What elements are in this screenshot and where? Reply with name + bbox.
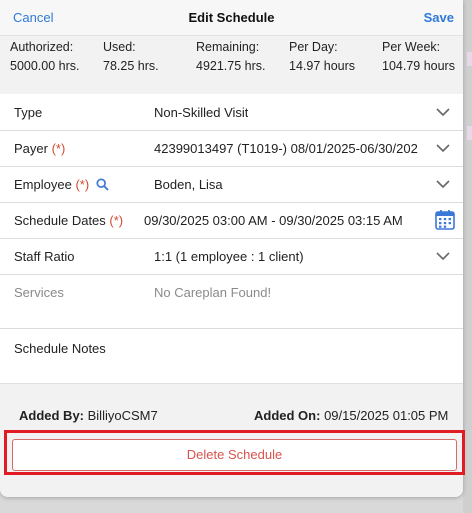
hours-summary: Authorized: 5000.00 hrs. Used: 78.25 hrs… — [0, 36, 463, 94]
payer-label: Payer (*) — [14, 141, 66, 156]
chevron-down-icon[interactable] — [435, 176, 451, 192]
required-marker: (*) — [75, 177, 90, 192]
schedule-notes-field[interactable]: Schedule Notes — [0, 328, 463, 383]
services-label: Services — [14, 285, 64, 300]
services-field: Services No Careplan Found! — [0, 274, 463, 310]
search-icon[interactable] — [96, 178, 109, 191]
schedule-dates-value[interactable]: 09/30/2025 03:00 AM - 09/30/2025 03:15 A… — [144, 213, 403, 228]
background-marker — [467, 52, 472, 66]
stat-per-day: Per Day: 14.97 hours — [289, 40, 355, 73]
added-on: Added On: 09/15/2025 01:05 PM — [254, 408, 449, 423]
stat-value: 4921.75 hrs. — [196, 59, 266, 73]
stat-value: 5000.00 hrs. — [10, 59, 80, 73]
stat-value: 78.25 hrs. — [103, 59, 159, 73]
stat-label: Authorized: — [10, 40, 74, 54]
save-button[interactable]: Save — [424, 10, 454, 25]
staff-ratio-field[interactable]: Staff Ratio 1:1 (1 employee : 1 client) — [0, 238, 463, 275]
type-label: Type — [14, 105, 43, 120]
type-value[interactable]: Non-Skilled Visit — [154, 105, 248, 120]
stat-label: Per Week: — [382, 40, 441, 54]
employee-value[interactable]: Boden, Lisa — [154, 177, 223, 192]
type-field[interactable]: Type Non-Skilled Visit — [0, 94, 463, 131]
required-marker: (*) — [109, 213, 124, 228]
chevron-down-icon[interactable] — [435, 104, 451, 120]
schedule-notes-label: Schedule Notes — [14, 341, 106, 356]
stat-remaining: Remaining: 4921.75 hrs. — [196, 40, 266, 73]
stat-per-week: Per Week: 104.79 hours — [382, 40, 455, 73]
highlight-box — [4, 430, 465, 475]
staff-ratio-label: Staff Ratio — [14, 249, 75, 264]
chevron-down-icon[interactable] — [435, 140, 451, 156]
added-by: Added By: BilliyoCSM7 — [19, 408, 158, 423]
employee-field[interactable]: Employee (*) Boden, Lisa — [0, 166, 463, 203]
employee-label: Employee (*) — [14, 177, 90, 192]
stat-used: Used: 78.25 hrs. — [103, 40, 159, 73]
modal-title: Edit Schedule — [188, 10, 275, 25]
payer-field[interactable]: Payer (*) 42399013497 (T1019-) 08/01/202… — [0, 130, 463, 167]
modal-header: Cancel Edit Schedule Save — [0, 0, 463, 36]
edit-schedule-modal: Cancel Edit Schedule Save Authorized: 50… — [0, 0, 463, 497]
stat-label: Used: — [103, 40, 136, 54]
services-value: No Careplan Found! — [154, 285, 272, 300]
schedule-dates-label: Schedule Dates (*) — [14, 213, 124, 228]
payer-value[interactable]: 42399013497 (T1019-) 08/01/2025-06/30/20… — [154, 141, 426, 156]
stat-authorized: Authorized: 5000.00 hrs. — [10, 40, 80, 73]
background-marker — [467, 126, 472, 140]
required-marker: (*) — [51, 141, 66, 156]
stat-value: 104.79 hours — [382, 59, 455, 73]
stat-label: Per Day: — [289, 40, 338, 54]
calendar-icon[interactable] — [435, 209, 455, 230]
chevron-down-icon[interactable] — [435, 248, 451, 264]
staff-ratio-value[interactable]: 1:1 (1 employee : 1 client) — [154, 249, 304, 264]
stat-value: 14.97 hours — [289, 59, 356, 73]
stat-label: Remaining: — [196, 40, 260, 54]
schedule-dates-field[interactable]: Schedule Dates (*) 09/30/2025 03:00 AM -… — [0, 202, 463, 239]
